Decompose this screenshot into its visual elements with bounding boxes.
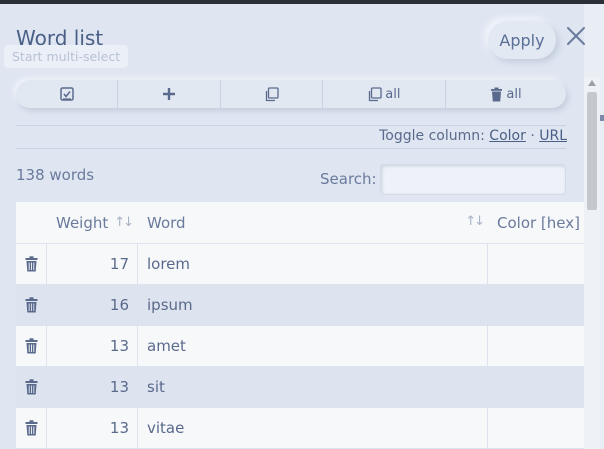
close-icon[interactable] xyxy=(565,25,587,47)
apply-button[interactable]: Apply xyxy=(488,21,556,59)
copy-selected-button[interactable] xyxy=(221,80,323,108)
toggle-color-link[interactable]: Color xyxy=(489,128,526,144)
select-all-checkbox-icon xyxy=(59,87,74,101)
delete-all-button[interactable]: all xyxy=(446,80,566,108)
copy-all-button[interactable]: all xyxy=(323,80,446,108)
word-table: Weight ↑↓ Word ↑↓ Color [hex] 17 lorem 1… xyxy=(16,202,584,449)
word-toolbar: all all xyxy=(16,80,566,108)
toggle-column-label: Toggle column: xyxy=(379,128,485,144)
divider xyxy=(16,148,566,149)
color-cell[interactable] xyxy=(488,244,584,284)
sort-icon[interactable]: ↑↓ xyxy=(465,214,485,229)
trash-icon xyxy=(25,297,37,313)
row-delete-button[interactable] xyxy=(16,367,47,407)
word-cell[interactable]: vitae xyxy=(138,408,488,448)
word-count: 138 words xyxy=(16,166,95,184)
select-all-button[interactable] xyxy=(16,80,119,108)
row-delete-button[interactable] xyxy=(16,326,47,366)
weight-cell[interactable]: 13 xyxy=(47,326,138,366)
trash-icon xyxy=(491,87,503,101)
search-input[interactable] xyxy=(380,164,566,195)
word-cell[interactable]: ipsum xyxy=(138,285,488,325)
copy-all-label: all xyxy=(385,86,401,102)
header-word[interactable]: Word ↑↓ xyxy=(138,202,488,243)
row-delete-button[interactable] xyxy=(16,244,47,284)
word-cell[interactable]: sit xyxy=(138,367,488,407)
header-color-label: Color [hex] xyxy=(497,213,580,232)
color-cell[interactable] xyxy=(488,408,584,448)
color-cell[interactable] xyxy=(488,326,584,366)
table-row: 13 vitae xyxy=(16,408,584,449)
search-label: Search: xyxy=(320,170,377,188)
multi-select-hint[interactable]: Start multi-select xyxy=(4,45,129,68)
table-row: 13 amet xyxy=(16,326,584,367)
background-edge-mark xyxy=(600,115,604,121)
scrollbar-thumb[interactable] xyxy=(587,92,597,210)
toggle-column-bar: Toggle column: Color · URL xyxy=(379,128,567,144)
plus-icon xyxy=(162,88,175,100)
toggle-separator: · xyxy=(530,128,535,144)
header-color[interactable]: Color [hex] xyxy=(488,202,584,243)
word-cell[interactable]: amet xyxy=(138,326,488,366)
trash-icon xyxy=(25,420,37,436)
header-weight[interactable]: Weight ↑↓ xyxy=(47,202,138,243)
row-delete-button[interactable] xyxy=(16,285,47,325)
weight-cell[interactable]: 16 xyxy=(47,285,138,325)
sort-icon[interactable]: ↑↓ xyxy=(114,215,134,230)
weight-cell[interactable]: 13 xyxy=(47,367,138,407)
color-cell[interactable] xyxy=(488,285,584,325)
delete-all-label: all xyxy=(506,86,522,102)
weight-cell[interactable]: 17 xyxy=(47,244,138,284)
color-cell[interactable] xyxy=(488,367,584,407)
copy-icon xyxy=(369,86,382,101)
trash-icon xyxy=(25,379,37,395)
weight-cell[interactable]: 13 xyxy=(47,408,138,448)
row-delete-button[interactable] xyxy=(16,408,47,448)
header-word-label: Word xyxy=(147,213,186,232)
scroll-up-icon[interactable] xyxy=(588,80,596,86)
header-weight-label: Weight xyxy=(56,213,109,232)
divider xyxy=(16,125,566,126)
table-header: Weight ↑↓ Word ↑↓ Color [hex] xyxy=(16,202,584,244)
toggle-url-link[interactable]: URL xyxy=(539,128,567,144)
word-cell[interactable]: lorem xyxy=(138,244,488,284)
table-row: 17 lorem xyxy=(16,244,584,285)
trash-icon xyxy=(25,338,37,354)
add-word-button[interactable] xyxy=(118,80,221,108)
table-row: 13 sit xyxy=(16,367,584,408)
trash-icon xyxy=(25,256,37,272)
table-row: 16 ipsum xyxy=(16,285,584,326)
header-delete-col xyxy=(16,202,47,243)
copy-icon xyxy=(265,86,279,101)
